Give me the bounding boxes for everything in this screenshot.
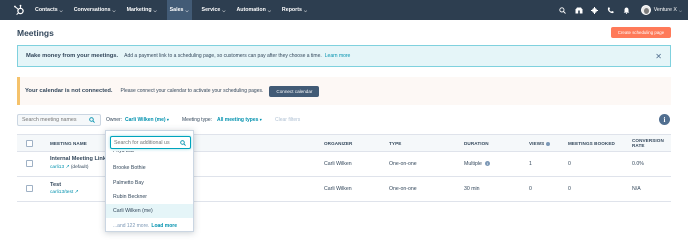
row-checkbox[interactable] bbox=[26, 160, 33, 167]
row-checkbox[interactable] bbox=[26, 185, 33, 192]
load-more-link[interactable]: Load more bbox=[151, 223, 177, 229]
clear-filters-link[interactable]: Clear filters bbox=[275, 117, 300, 123]
nav-contacts[interactable]: Contacts ⌵ bbox=[34, 0, 64, 20]
search-icon[interactable] bbox=[180, 140, 186, 148]
owner-dropdown-menu: Priya Ball Brooke Bothie Palmetto Bay Ru… bbox=[105, 130, 194, 232]
chevron-down-icon: ▾ bbox=[259, 117, 262, 122]
search-icon[interactable] bbox=[89, 117, 95, 125]
meeting-type: One-on-one bbox=[389, 186, 417, 192]
organizer: Carli Wilken bbox=[324, 161, 352, 167]
meeting-name[interactable]: Test bbox=[50, 182, 61, 188]
phone-icon[interactable] bbox=[603, 0, 619, 20]
meetings-booked: 0 bbox=[568, 186, 571, 192]
column-meetings-booked[interactable]: MEETINGS BOOKED bbox=[568, 141, 615, 146]
dropdown-item[interactable]: Brooke Bothie bbox=[106, 161, 193, 175]
page-title: Meetings bbox=[17, 28, 54, 38]
conversion-rate: 0.0% bbox=[632, 161, 644, 167]
chevron-down-icon: ⌵ bbox=[112, 7, 116, 13]
warning-title: Your calendar is not connected. bbox=[25, 88, 113, 94]
meeting-type: One-on-one bbox=[389, 161, 417, 167]
info-icon bbox=[545, 141, 550, 146]
select-all-checkbox[interactable] bbox=[26, 140, 33, 147]
marketplace-icon[interactable] bbox=[571, 0, 587, 20]
external-link-icon[interactable]: ↗ bbox=[73, 190, 79, 195]
nav-conversations[interactable]: Conversations ⌵ bbox=[73, 0, 117, 20]
chevron-down-icon: ⌵ bbox=[59, 7, 63, 13]
chevron-down-icon: ⌵ bbox=[222, 7, 226, 13]
main-menu: Contacts ⌵ Conversations ⌵ Marketing ⌵ Sale… bbox=[34, 0, 317, 20]
default-badge: (default) bbox=[70, 165, 89, 170]
column-organizer[interactable]: ORGANIZER bbox=[324, 141, 352, 146]
account-menu[interactable]: Venture X ⌵ bbox=[654, 7, 682, 13]
dropdown-item[interactable]: Palmetto Bay bbox=[106, 176, 193, 190]
meetings-booked: 0 bbox=[568, 161, 571, 167]
nav-utilities: Venture X ⌵ bbox=[555, 0, 682, 20]
owner-filter-label: Owner: bbox=[106, 117, 123, 123]
info-icon[interactable]: i bbox=[659, 114, 670, 125]
hubspot-logo-icon[interactable] bbox=[13, 4, 25, 16]
duration: Multiple i bbox=[464, 161, 490, 167]
search-meeting-names-input[interactable] bbox=[22, 117, 88, 123]
avatar[interactable] bbox=[640, 5, 651, 15]
meeting-type-filter-dropdown[interactable]: All meeting types ▾ bbox=[217, 117, 262, 123]
views: 0 bbox=[529, 186, 532, 192]
more-users: ...and 122 more. Load more bbox=[113, 223, 177, 229]
payment-info-banner: Make money from your meetings. Add a pay… bbox=[17, 45, 671, 67]
column-conversion-rate[interactable]: CONVERSION RATE bbox=[632, 138, 664, 148]
search-additional-users-input[interactable] bbox=[114, 139, 180, 146]
nav-automation[interactable]: Automation ⌵ bbox=[235, 0, 271, 20]
views: 1 bbox=[529, 161, 532, 167]
chevron-down-icon: ⌵ bbox=[303, 7, 307, 13]
meeting-link: carli13/test ↗ bbox=[50, 189, 79, 195]
meeting-type-filter-label: Meeting type: bbox=[182, 117, 213, 123]
chevron-down-icon: ⌵ bbox=[267, 7, 271, 13]
column-duration[interactable]: DURATION bbox=[464, 141, 489, 146]
meeting-url-link[interactable]: carli13 bbox=[50, 165, 64, 170]
external-link-icon[interactable]: ↗ bbox=[64, 165, 71, 170]
warning-text: Please connect your calendar to activate… bbox=[120, 88, 264, 94]
connect-calendar-button[interactable]: Connect calendar bbox=[269, 85, 320, 97]
learn-more-link[interactable]: Learn more bbox=[325, 53, 351, 59]
meeting-url-link[interactable]: carli13/test bbox=[50, 190, 73, 195]
owner-filter-dropdown[interactable]: Carli Wilken (me) ▾ bbox=[125, 117, 169, 123]
nav-sales[interactable]: Sales ⌵ bbox=[166, 0, 192, 20]
settings-gear-icon[interactable] bbox=[587, 0, 603, 20]
organizer: Carli Wilken bbox=[324, 186, 352, 192]
chevron-down-icon: ⌵ bbox=[678, 7, 682, 13]
banner-title: Make money from your meetings. bbox=[26, 53, 119, 59]
meeting-search bbox=[17, 114, 101, 126]
nav-service[interactable]: Service ⌵ bbox=[201, 0, 227, 20]
meeting-link: carli13 ↗ (default) bbox=[50, 164, 88, 170]
dropdown-item-selected[interactable]: Carli Wilken (me) bbox=[106, 204, 193, 218]
chevron-down-icon: ⌵ bbox=[185, 7, 189, 13]
nav-reports[interactable]: Reports ⌵ bbox=[281, 0, 308, 20]
banner-text: Add a payment link to a scheduling page,… bbox=[124, 53, 322, 59]
chevron-down-icon: ⌵ bbox=[153, 7, 157, 13]
user-search bbox=[110, 136, 191, 149]
dropdown-item[interactable]: Rubin Beckner bbox=[106, 190, 193, 204]
info-icon[interactable]: i bbox=[484, 161, 490, 166]
column-type[interactable]: TYPE bbox=[389, 141, 401, 146]
chevron-down-icon: ▾ bbox=[166, 117, 169, 122]
column-views[interactable]: VIEWS bbox=[529, 141, 550, 146]
conversion-rate: N/A bbox=[632, 186, 641, 192]
calendar-warning-banner: Your calendar is not connected. Please c… bbox=[17, 77, 671, 105]
create-scheduling-page-button[interactable]: Create scheduling page bbox=[611, 27, 671, 38]
column-meeting-name[interactable]: MEETING NAME bbox=[50, 141, 87, 146]
duration: 30 min bbox=[464, 186, 480, 192]
nav-marketing[interactable]: Marketing ⌵ bbox=[126, 0, 158, 20]
close-icon[interactable]: ✕ bbox=[655, 52, 662, 61]
meeting-name[interactable]: Internal Meeting Link bbox=[50, 156, 106, 162]
top-nav: Contacts ⌵ Conversations ⌵ Marketing ⌵ Sale… bbox=[0, 0, 688, 20]
search-icon[interactable] bbox=[555, 0, 571, 20]
notifications-bell-icon[interactable] bbox=[619, 0, 635, 20]
dropdown-item-partial[interactable]: Priya Ball bbox=[113, 151, 134, 154]
